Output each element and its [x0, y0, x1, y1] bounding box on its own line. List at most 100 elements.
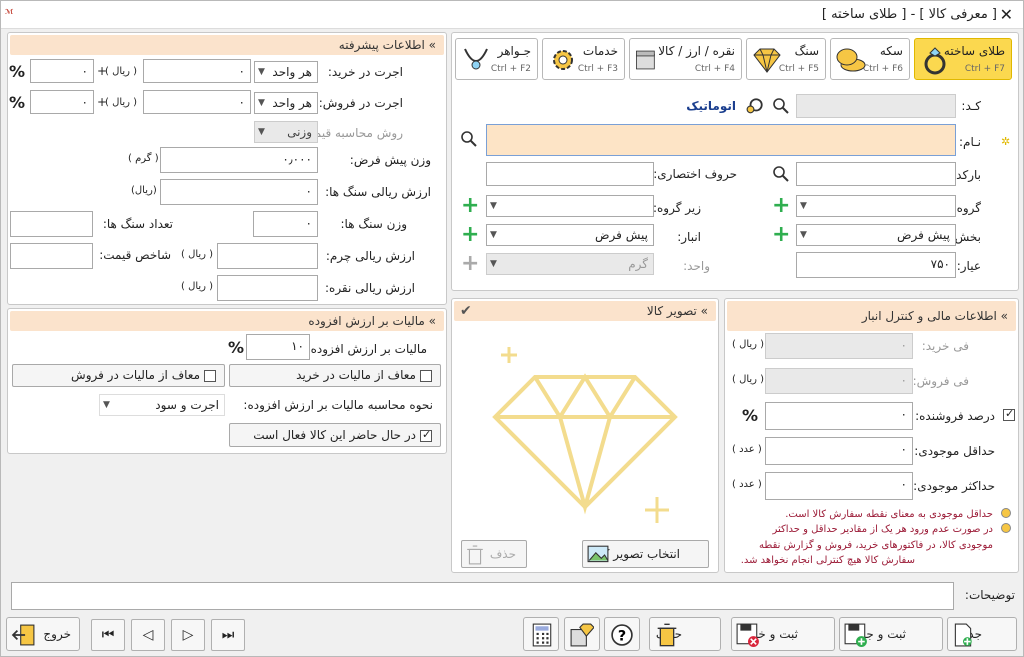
- next-record-icon[interactable]: ▷: [171, 619, 205, 651]
- price-calc-button[interactable]: [564, 617, 600, 651]
- barcode-search-icon[interactable]: [773, 166, 789, 182]
- seller-pct-checkbox[interactable]: [999, 407, 1015, 421]
- silver-label: ارزش ریالی نقره:: [324, 281, 415, 295]
- tab-made-gold[interactable]: طلای ساخته Ctrl + F7: [914, 38, 1012, 80]
- min-stock-input[interactable]: ۰: [765, 437, 913, 465]
- default-weight-input[interactable]: ۰٫۰۰۰: [160, 147, 318, 173]
- tab-jewels[interactable]: جـواهر Ctrl + F2: [455, 38, 538, 80]
- tab-services[interactable]: خدمات Ctrl + F3: [542, 38, 625, 80]
- max-stock-input[interactable]: ۰: [765, 472, 913, 500]
- prev-record-icon[interactable]: ◁: [131, 619, 165, 651]
- sell-wage-pct-input[interactable]: ۰: [30, 90, 94, 114]
- abbr-input[interactable]: [486, 162, 654, 186]
- buy-wage-pct-input[interactable]: ۰: [30, 59, 94, 83]
- unit-select[interactable]: ▼ گرم: [486, 253, 654, 275]
- box-icon: [636, 50, 655, 70]
- stone-count-input[interactable]: [10, 211, 93, 237]
- stone-value-label: ارزش ریالی سنگ ها:: [325, 185, 431, 199]
- calculator-button[interactable]: [523, 617, 559, 651]
- price-index-input[interactable]: [10, 243, 93, 269]
- add-section-icon[interactable]: +: [772, 224, 790, 246]
- active-box[interactable]: [420, 428, 432, 442]
- subgroup-label: زیر گروه:: [652, 201, 701, 215]
- sell-wage-input[interactable]: ۰: [143, 90, 251, 114]
- help-icon: ?: [611, 624, 633, 646]
- barcode-input[interactable]: [796, 162, 956, 186]
- code-label: کـد:: [961, 99, 981, 113]
- diamond-placeholder-icon: [492, 347, 678, 523]
- seller-pct-box[interactable]: [1003, 407, 1015, 421]
- exempt-sell-checkbox[interactable]: معاف از مالیات در فروش: [12, 364, 225, 387]
- purity-input[interactable]: ۷۵۰: [796, 252, 956, 278]
- buy-price-input[interactable]: ۰: [765, 333, 913, 359]
- finance-header: » اطلاعات مالی و کنترل انبار: [727, 301, 1016, 331]
- stock-note-2: در صورت عدم ورود هر یک از مقادیر حداقل و…: [772, 524, 993, 535]
- sell-wage-plus: +: [97, 95, 108, 109]
- new-button[interactable]: جدید: [947, 617, 1017, 651]
- subgroup-select[interactable]: ▼: [486, 195, 654, 217]
- check-icon[interactable]: ✔: [460, 301, 472, 321]
- window-title: [ معرفی کالا ] - [ طلای ساخته ]: [821, 7, 997, 22]
- buy-wage-rial: ( ریال ): [105, 66, 138, 77]
- store-select[interactable]: ▼ پیش فرض: [486, 224, 654, 246]
- seller-pct-input[interactable]: ۰: [765, 402, 913, 430]
- exempt-sell-box[interactable]: [204, 369, 216, 382]
- exempt-buy-box[interactable]: [420, 369, 432, 382]
- section-select[interactable]: ▼ پیش فرض: [796, 224, 956, 246]
- leather-input[interactable]: [217, 243, 318, 269]
- name-input[interactable]: [486, 124, 956, 156]
- description-input[interactable]: [11, 582, 954, 610]
- silver-input[interactable]: [217, 275, 318, 301]
- save-exit-button[interactable]: ثبت و خروج: [731, 617, 835, 651]
- stock-note-1: حداقل موجودی به معنای نقطه سفارش کالا اس…: [785, 509, 993, 520]
- buy-percent-icon: %: [9, 62, 26, 81]
- buy-wage-plus: +: [97, 64, 108, 78]
- stock-note-4: سفارش کالا هیچ کنترلی انجام نخواهد شد.: [740, 555, 915, 566]
- active-checkbox[interactable]: در حال حاضر این کالا فعال است: [229, 423, 441, 447]
- delete-image-button[interactable]: حذف: [461, 540, 527, 568]
- exempt-buy-checkbox[interactable]: معاف از مالیات در خرید: [229, 364, 441, 387]
- group-select[interactable]: ▼: [796, 195, 956, 217]
- auto-search-icon[interactable]: [745, 97, 765, 115]
- calc-method-label: نحوه محاسبه مالیات بر ارزش افزوده:: [243, 398, 433, 412]
- name-search-icon[interactable]: [461, 131, 477, 147]
- calc-method-select[interactable]: ▼ اجرت و سود: [99, 394, 225, 416]
- unit-label: واحد:: [683, 259, 710, 273]
- sell-wage-select[interactable]: ▼ هر واحد: [254, 92, 318, 114]
- stone-value-rial: (ریال): [131, 185, 157, 196]
- save-new-button[interactable]: ثبت و جدید: [839, 617, 943, 651]
- ring-icon: [924, 47, 946, 75]
- leather-rial: ( ریال ): [181, 249, 214, 260]
- buy-wage-select[interactable]: ▼ هر واحد: [254, 61, 318, 83]
- add-group-icon[interactable]: +: [772, 195, 790, 217]
- search-icon[interactable]: [773, 98, 789, 114]
- tab-coin[interactable]: سکه Ctrl + F6: [830, 38, 910, 80]
- stone-weight-input[interactable]: ۰: [253, 211, 318, 237]
- buy-wage-input[interactable]: ۰: [143, 59, 251, 83]
- min-stock-unit: ( عدد ): [732, 444, 762, 455]
- vat-input[interactable]: ۱۰: [246, 334, 310, 360]
- stone-value-input[interactable]: ۰: [160, 179, 318, 205]
- delete-button[interactable]: حذف: [649, 617, 721, 651]
- add-subgroup-icon[interactable]: +: [461, 195, 479, 217]
- trash-icon-footer: [657, 623, 677, 647]
- required-star-icon: ✲: [1001, 135, 1011, 148]
- vat-label: مالیات بر ارزش افزوده:: [306, 342, 427, 356]
- tab-stone[interactable]: سنگ Ctrl + F5: [746, 38, 826, 80]
- name-label: نـام:: [959, 135, 981, 149]
- add-store-icon[interactable]: +: [461, 224, 479, 246]
- close-icon[interactable]: ✕: [1000, 5, 1013, 24]
- first-record-icon[interactable]: ⏮: [91, 619, 125, 651]
- tab-silver[interactable]: نقره / ارز / کالا Ctrl + F4: [629, 38, 742, 80]
- help-button[interactable]: ?: [604, 617, 640, 651]
- sell-wage-rial: ( ریال ): [105, 97, 138, 108]
- exit-icon: [11, 624, 35, 646]
- code-input[interactable]: [796, 94, 956, 118]
- exit-button[interactable]: خروج: [6, 617, 80, 651]
- select-image-button[interactable]: انتخاب تصویر کالا: [582, 540, 709, 568]
- buy-wage-label: اجرت در خرید:: [327, 65, 403, 79]
- sell-price-input[interactable]: ۰: [765, 368, 913, 394]
- stone-weight-label: وزن سنگ ها:: [340, 217, 407, 231]
- price-method-select[interactable]: ▼ وزنی: [254, 121, 318, 143]
- last-record-icon[interactable]: ⏭: [211, 619, 245, 651]
